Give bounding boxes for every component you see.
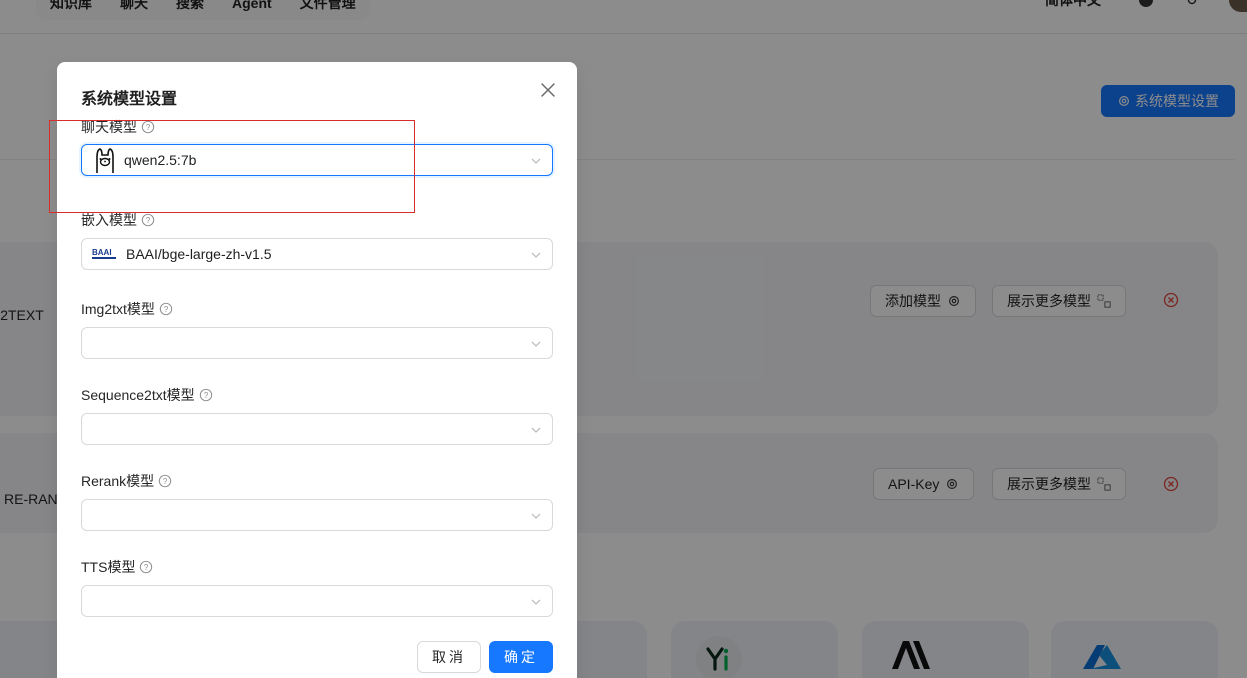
img2txt-model-select[interactable] xyxy=(81,327,553,359)
help-icon[interactable]: ? xyxy=(139,560,153,574)
dialog-title: 系统模型设置 xyxy=(81,91,178,108)
sequence2txt-model-label: Sequence2txt模型 ? xyxy=(81,385,213,405)
embedding-model-label: 嵌入模型 ? xyxy=(81,210,155,230)
tts-model-select[interactable] xyxy=(81,585,553,617)
embedding-model-label-text: 嵌入模型 xyxy=(81,212,137,228)
svg-text:?: ? xyxy=(163,477,168,486)
chevron-down-icon xyxy=(531,341,541,347)
svg-text:?: ? xyxy=(164,305,169,314)
rerank-model-label-text: Rerank模型 xyxy=(81,473,155,489)
cancel-button[interactable]: 取消 xyxy=(417,641,481,673)
annotation-highlight-box xyxy=(49,120,415,213)
ok-button[interactable]: 确定 xyxy=(489,641,553,673)
help-icon[interactable]: ? xyxy=(199,388,213,402)
rerank-model-label: Rerank模型 ? xyxy=(81,471,172,491)
chevron-down-icon xyxy=(531,158,541,164)
chevron-down-icon xyxy=(531,513,541,519)
img2txt-model-label-text: Img2txt模型 xyxy=(81,301,155,317)
svg-text:?: ? xyxy=(144,563,149,572)
svg-text:?: ? xyxy=(203,391,208,400)
embedding-model-value: BAAI/bge-large-zh-v1.5 xyxy=(126,246,272,262)
rerank-model-select[interactable] xyxy=(81,499,553,531)
help-icon[interactable]: ? xyxy=(158,474,172,488)
close-icon[interactable] xyxy=(540,82,556,98)
chevron-down-icon xyxy=(531,427,541,433)
help-icon[interactable]: ? xyxy=(159,302,173,316)
tts-model-label: TTS模型 ? xyxy=(81,557,153,577)
chevron-down-icon xyxy=(531,252,541,258)
help-icon[interactable]: ? xyxy=(141,213,155,227)
baai-logo: BAAI xyxy=(92,248,116,259)
img2txt-model-label: Img2txt模型 ? xyxy=(81,299,173,319)
chevron-down-icon xyxy=(531,599,541,605)
svg-text:?: ? xyxy=(146,216,151,225)
embedding-model-select[interactable]: BAAI BAAI/bge-large-zh-v1.5 xyxy=(81,238,553,270)
sequence2txt-model-select[interactable] xyxy=(81,413,553,445)
svg-text:BAAI: BAAI xyxy=(92,248,112,257)
sequence2txt-model-label-text: Sequence2txt模型 xyxy=(81,387,195,403)
tts-model-label-text: TTS模型 xyxy=(81,559,136,575)
